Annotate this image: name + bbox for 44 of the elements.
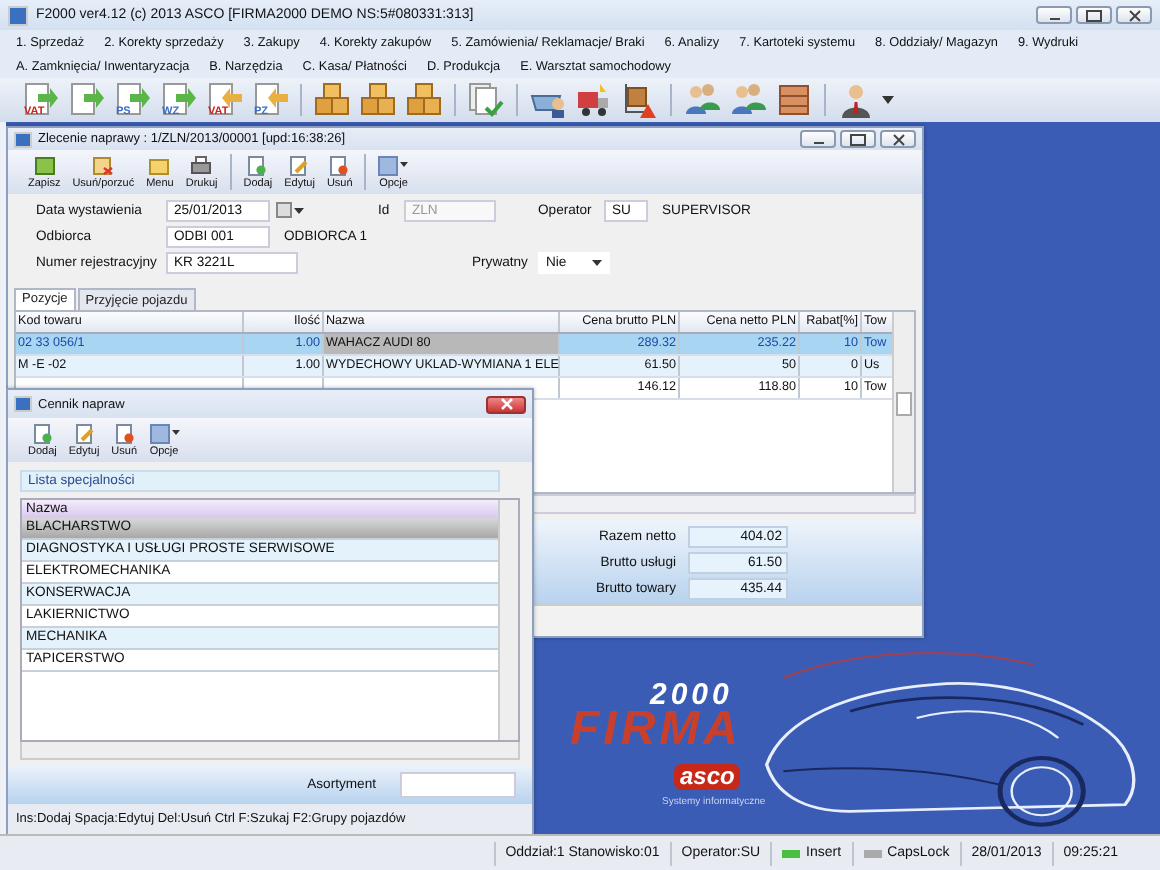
boxes-icon[interactable] [404, 80, 444, 120]
people-icon[interactable] [728, 80, 768, 120]
cabinet-icon[interactable] [774, 80, 814, 120]
person-icon[interactable] [836, 80, 876, 120]
maximize-button[interactable] [1076, 6, 1112, 24]
document-minus-icon [113, 423, 136, 443]
document-minus-icon [328, 155, 351, 175]
document-arrow-icon[interactable] [66, 80, 106, 120]
close-button[interactable] [486, 395, 526, 413]
close-button[interactable] [1116, 6, 1152, 24]
close-button[interactable] [880, 130, 916, 148]
people-icon[interactable] [682, 80, 722, 120]
printer-icon [190, 155, 213, 175]
window-icon [14, 396, 32, 412]
minimize-button[interactable] [800, 130, 836, 148]
minimize-button[interactable] [1036, 6, 1072, 24]
horizontal-scrollbar[interactable] [20, 742, 520, 760]
maximize-button[interactable] [840, 130, 876, 148]
grid-dropdown-icon [149, 423, 180, 443]
boxes-icon[interactable] [312, 80, 352, 120]
vertical-scrollbar[interactable] [892, 312, 914, 492]
document-plus-icon [31, 423, 54, 443]
vertical-scrollbar[interactable] [498, 500, 518, 740]
boxes-icon[interactable] [358, 80, 398, 120]
grid-dropdown-icon [378, 155, 409, 175]
caret-icon[interactable] [882, 96, 894, 104]
save-icon [33, 155, 56, 175]
truck-icon[interactable] [574, 80, 614, 120]
close-icon [1127, 9, 1141, 21]
documents-check-icon[interactable] [466, 80, 506, 120]
assortment-field[interactable] [400, 772, 516, 798]
document-x-icon [92, 155, 115, 175]
folder-icon [148, 155, 171, 175]
close-icon [499, 398, 513, 410]
document-pencil-icon [288, 155, 311, 175]
document-plus-icon [246, 155, 269, 175]
brand-logo: asco [674, 764, 741, 790]
document-pencil-icon [73, 423, 96, 443]
caret-icon [592, 259, 602, 265]
window-icon [14, 131, 32, 147]
app-icon [8, 5, 28, 25]
hand-truck-icon[interactable] [620, 80, 660, 120]
calendar-dropdown-icon[interactable] [276, 202, 304, 218]
close-icon [891, 133, 905, 145]
